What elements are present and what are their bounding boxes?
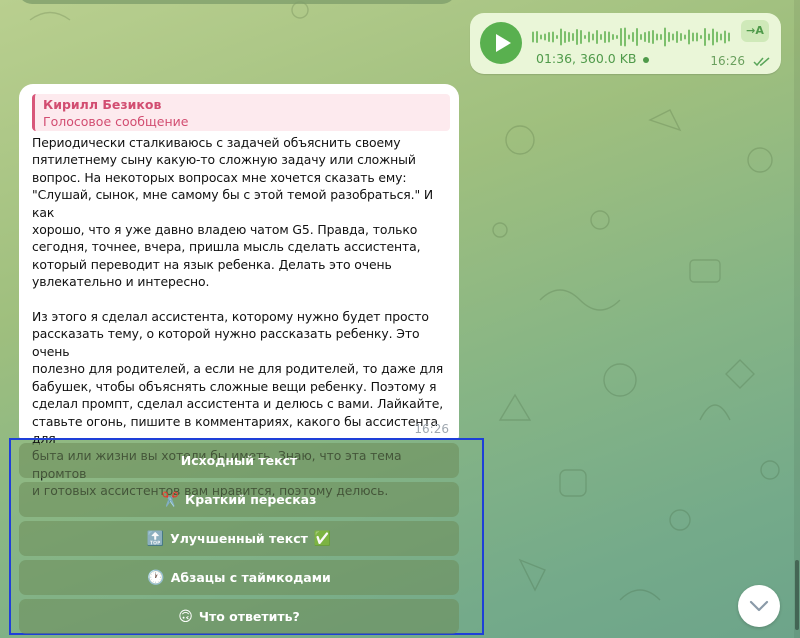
unlistened-dot [642, 56, 649, 63]
original-text-label: Исходный текст [180, 453, 298, 468]
play-button[interactable] [480, 22, 522, 64]
check-mark-icon: ✅ [313, 530, 332, 547]
chevron-down-icon [749, 600, 769, 612]
top-arrow-icon: 🔝 [146, 530, 165, 547]
voice-meta: 01:36, 360.0 KB [536, 51, 649, 66]
waveform[interactable] [532, 26, 732, 48]
previous-message-stub [18, 0, 456, 4]
message-time: 16:26 [414, 422, 449, 436]
scrollbar[interactable] [794, 0, 800, 638]
timecodes-button[interactable]: 🕐 Абзацы с таймкодами [19, 560, 459, 595]
double-check-icon [753, 57, 770, 67]
what-to-reply-button[interactable]: 🙃 Что ответить? [19, 599, 459, 634]
reply-author: Кирилл Безиков [43, 97, 162, 112]
summary-button[interactable]: ✂️ Краткий пересказ [19, 482, 459, 517]
improved-text-button[interactable]: 🔝 Улучшенный текст ✅ [19, 521, 459, 556]
improved-text-label: Улучшенный текст [170, 531, 308, 546]
transcribe-button[interactable]: →A [741, 20, 769, 42]
timecodes-label: Абзацы с таймкодами [170, 570, 331, 585]
scroll-down-button[interactable] [738, 585, 780, 627]
reply-subtitle: Голосовое сообщение [43, 114, 189, 129]
upside-down-face-icon: 🙃 [178, 608, 193, 625]
what-to-reply-label: Что ответить? [198, 609, 300, 624]
clock-icon: 🕐 [147, 569, 165, 586]
scrollbar-thumb[interactable] [795, 560, 799, 630]
original-text-button[interactable]: Исходный текст [19, 443, 459, 478]
voice-message-time: 16:26 [710, 54, 745, 68]
scissors-icon: ✂️ [161, 491, 180, 508]
voice-message-bubble: 01:36, 360.0 KB →A 16:26 [470, 13, 781, 74]
play-icon [496, 34, 511, 52]
summary-label: Краткий пересказ [185, 492, 317, 507]
reply-quote[interactable]: Кирилл Безиков Голосовое сообщение [32, 94, 450, 131]
voice-duration-size: 01:36, 360.0 KB [536, 51, 637, 66]
message-bubble: Кирилл Безиков Голосовое сообщение Перио… [19, 84, 459, 498]
